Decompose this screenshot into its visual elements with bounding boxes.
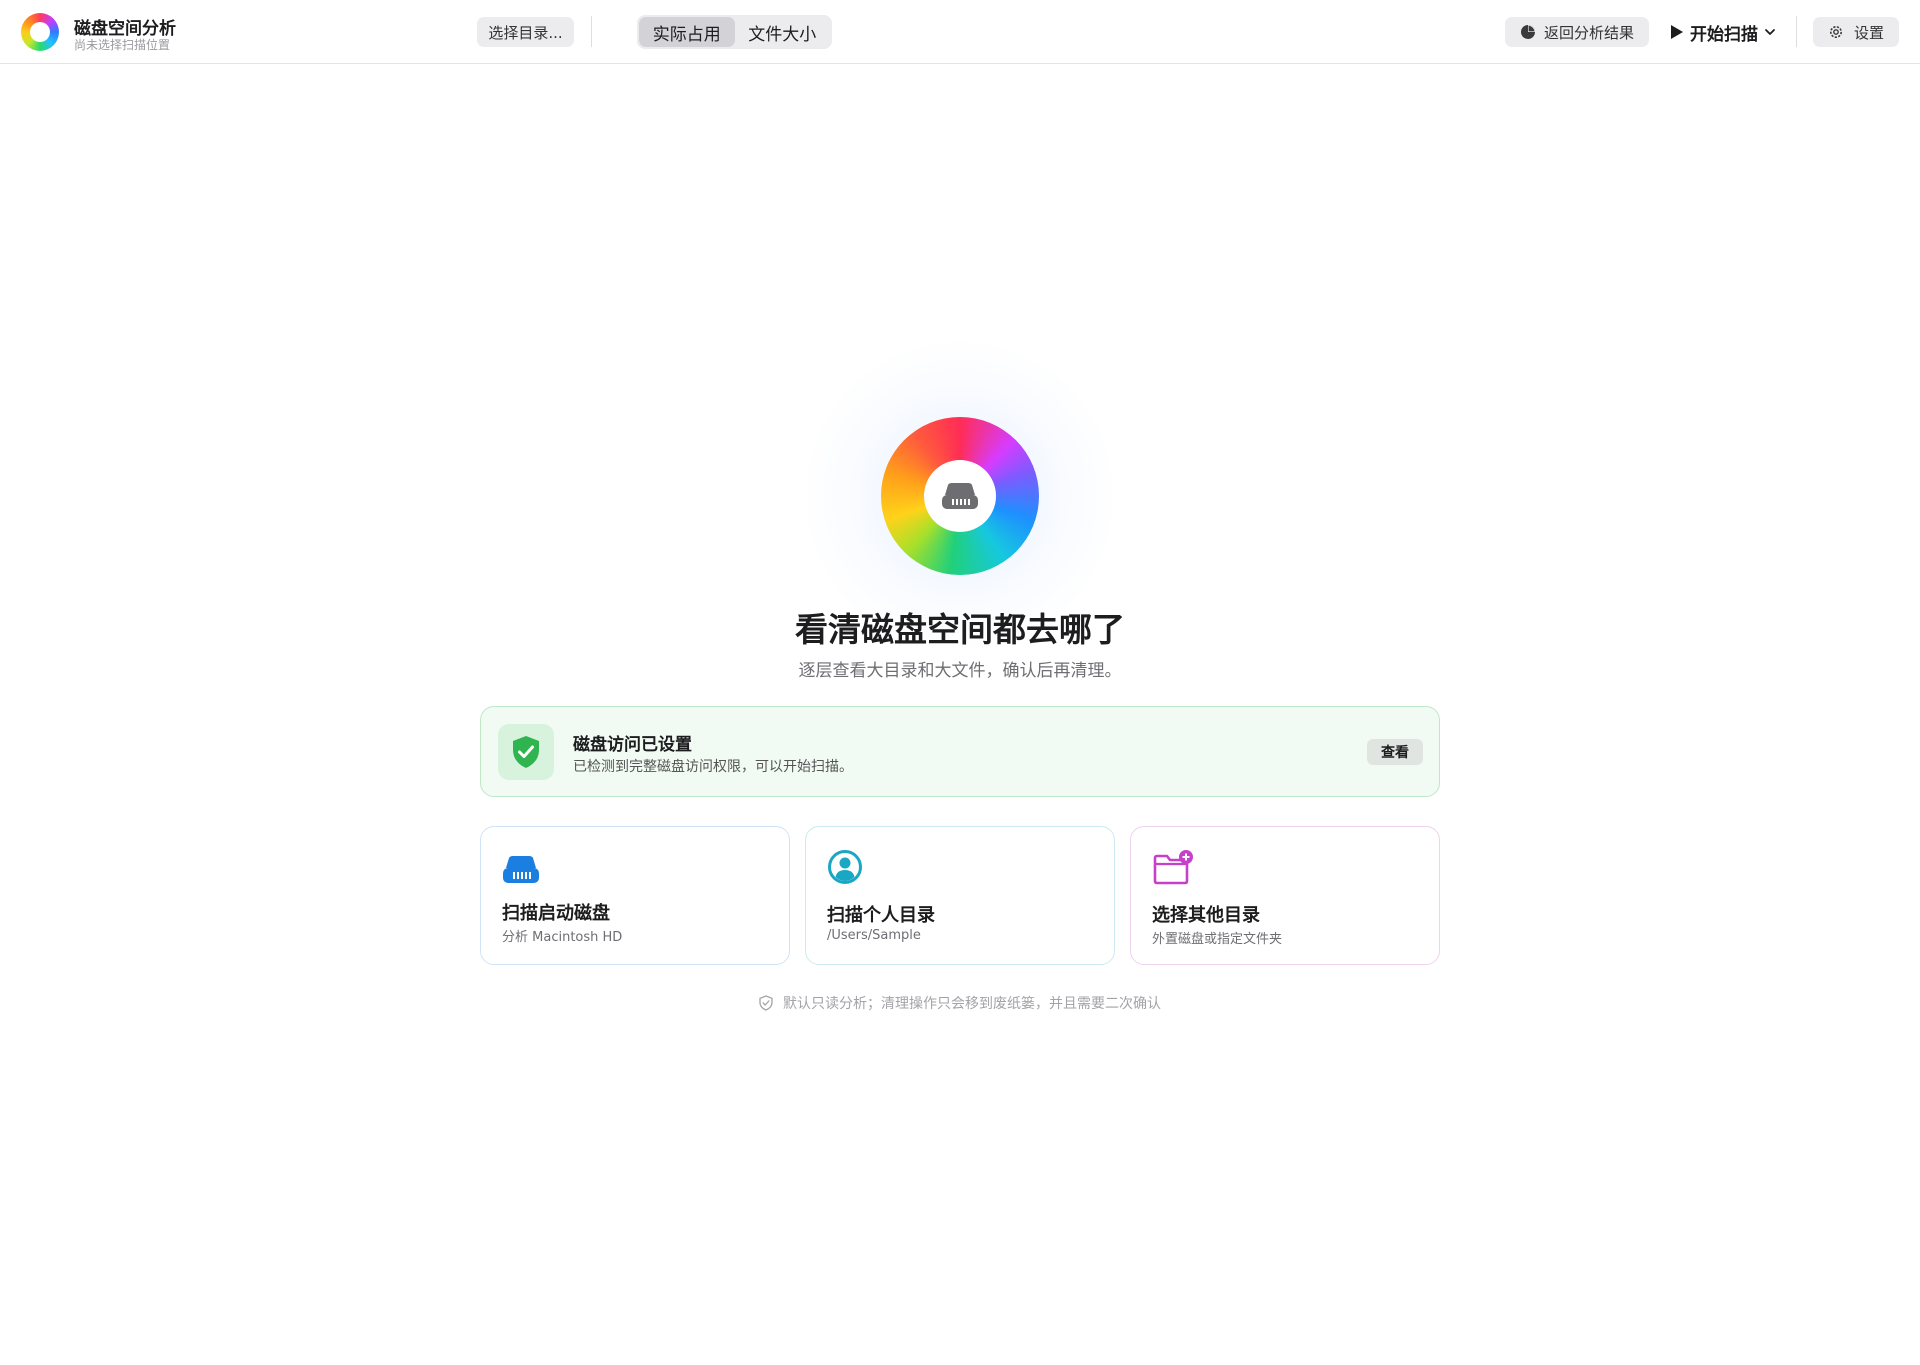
- shield-check-icon: [498, 724, 554, 780]
- footnote-text: 默认只读分析；清理操作只会移到废纸篓，并且需要二次确认: [783, 996, 1161, 1012]
- hero-title: 看清磁盘空间都去哪了: [795, 610, 1125, 649]
- start-scan-label: 开始扫描: [1690, 24, 1758, 45]
- choose-other-directory-card[interactable]: 选择其他目录 外置磁盘或指定文件夹: [1130, 826, 1440, 965]
- back-to-results-button[interactable]: 返回分析结果: [1505, 17, 1649, 47]
- hero-disk-badge: [924, 460, 996, 532]
- top-toolbar: 磁盘空间分析 尚未选择扫描位置 选择目录... 实际占用 文件大小 返回分析结果…: [0, 0, 1920, 64]
- card-description: /Users/Sample: [827, 928, 921, 943]
- shield-check-outline-icon: [759, 995, 773, 1011]
- pie-chart-icon: [1520, 24, 1536, 40]
- folder-plus-icon: [1152, 849, 1193, 887]
- gear-icon: [1828, 24, 1844, 40]
- hard-drive-icon: [941, 481, 979, 511]
- segment-actual-usage[interactable]: 实际占用: [639, 17, 735, 47]
- play-icon: [1670, 24, 1684, 40]
- segment-file-size[interactable]: 文件大小: [735, 17, 831, 47]
- card-title: 选择其他目录: [1152, 905, 1260, 926]
- hero-subtitle: 逐层查看大目录和大文件，确认后再清理。: [798, 661, 1122, 681]
- permission-title: 磁盘访问已设置: [573, 735, 692, 755]
- scan-startup-disk-card[interactable]: 扫描启动磁盘 分析 Macintosh HD: [480, 826, 790, 965]
- chevron-down-icon: [1764, 26, 1776, 38]
- card-description: 外置磁盘或指定文件夹: [1152, 932, 1283, 947]
- size-mode-segmented-control: 实际占用 文件大小: [637, 15, 832, 49]
- hard-drive-icon: [502, 849, 540, 887]
- read-only-footnote: 默认只读分析；清理操作只会移到废纸篓，并且需要二次确认: [0, 993, 1920, 1013]
- permission-description: 已检测到完整磁盘访问权限，可以开始扫描。: [573, 759, 853, 775]
- disk-access-status-card: 磁盘访问已设置 已检测到完整磁盘访问权限，可以开始扫描。 查看: [480, 706, 1440, 797]
- toolbar-divider: [1796, 16, 1797, 47]
- scan-home-directory-card[interactable]: 扫描个人目录 /Users/Sample: [805, 826, 1115, 965]
- back-to-results-label: 返回分析结果: [1543, 23, 1634, 42]
- card-title: 扫描个人目录: [827, 905, 935, 926]
- settings-button[interactable]: 设置: [1813, 17, 1899, 47]
- card-title: 扫描启动磁盘: [502, 903, 610, 924]
- app-subtitle: 尚未选择扫描位置: [74, 38, 171, 52]
- settings-label: 设置: [1853, 23, 1884, 42]
- app-logo-icon: [21, 13, 59, 51]
- user-circle-icon: [827, 849, 865, 887]
- choose-directory-button[interactable]: 选择目录...: [477, 17, 574, 47]
- start-scan-button[interactable]: 开始扫描: [1668, 17, 1778, 47]
- view-permission-button[interactable]: 查看: [1367, 739, 1423, 765]
- toolbar-divider: [591, 16, 592, 47]
- card-description: 分析 Macintosh HD: [502, 930, 623, 945]
